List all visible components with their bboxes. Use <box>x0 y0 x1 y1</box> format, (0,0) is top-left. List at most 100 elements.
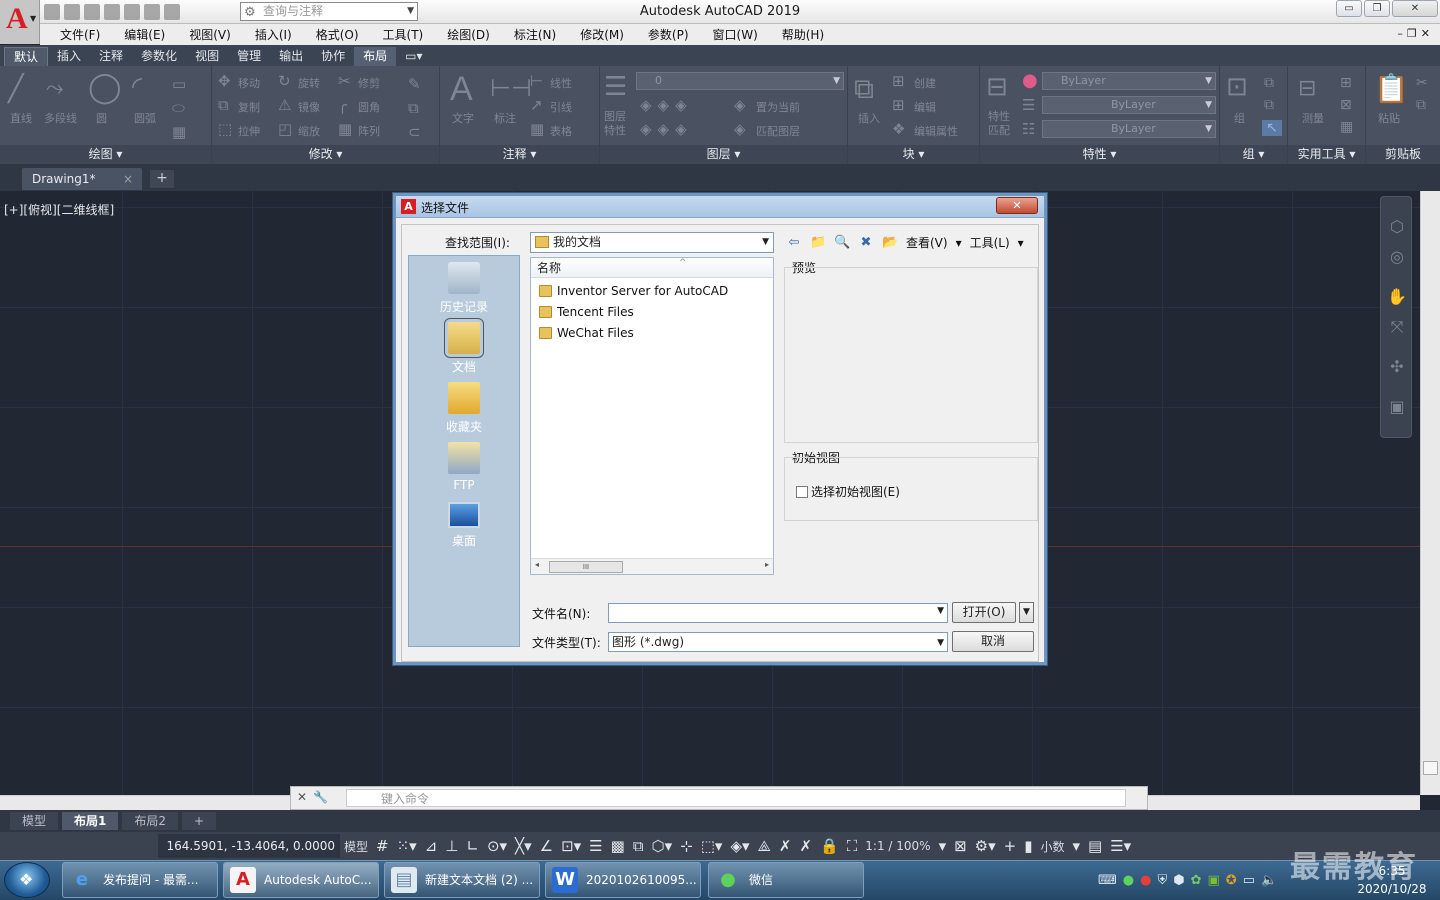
close-tab-icon[interactable]: × <box>123 168 133 190</box>
tool-insert[interactable]: 插入 <box>858 110 880 126</box>
ribbon-tab-output[interactable]: 输出 <box>270 47 312 66</box>
menu-help[interactable]: 帮助(H) <box>770 26 836 43</box>
tool-match-layer[interactable]: 匹配图层 <box>756 123 800 139</box>
viewport-controls[interactable]: [+][俯视][二维线框] <box>4 201 114 218</box>
group-select-icon[interactable]: ↖ <box>1262 120 1282 136</box>
place-ftp[interactable]: FTP <box>409 442 519 492</box>
object-snap-icon[interactable]: ⊡▾ <box>561 837 581 855</box>
ortho-icon[interactable]: ∟ <box>466 837 479 855</box>
menu-modify[interactable]: 修改(M) <box>568 26 636 43</box>
menu-file[interactable]: 文件(F) <box>48 26 112 43</box>
scale-readout[interactable]: 1:1 / 100% <box>865 839 930 853</box>
shield-icon[interactable]: ⛨ <box>1157 873 1167 888</box>
menu-edit[interactable]: 编辑(E) <box>112 26 177 43</box>
network-icon[interactable]: ▭ <box>1243 873 1255 888</box>
tool-mirror[interactable]: 镜像 <box>298 99 320 115</box>
coordinates-readout[interactable]: 164.5901, -13.4064, 0.0000 <box>158 834 340 858</box>
keyboard-icon[interactable]: ⌨ <box>1098 873 1117 888</box>
tool-group[interactable]: 组 <box>1234 110 1245 126</box>
dialog-title-bar[interactable]: A 选择文件 ✕ <box>396 196 1044 218</box>
taskbar-item-wechat[interactable]: ● 微信 <box>708 862 864 898</box>
pan-icon[interactable]: ✋ <box>1387 287 1407 307</box>
rectangle-icon[interactable]: ▭ ⬭ ▦ <box>172 72 186 144</box>
start-button[interactable]: ❖ <box>4 862 50 898</box>
dynamic-input-icon[interactable]: ⊥ <box>445 837 458 855</box>
annotation-visibility-icon[interactable]: ⟁ <box>758 837 771 855</box>
file-tab-drawing1[interactable]: Drawing1* × <box>22 168 142 190</box>
showmotion-icon[interactable]: ▣ <box>1387 397 1407 417</box>
file-list-hscrollbar[interactable]: ◂ III ▸ <box>531 558 773 574</box>
filetype-dropdown[interactable]: 图形 (*.dwg) ▼ <box>608 632 948 652</box>
menu-view[interactable]: 视图(V) <box>177 26 243 43</box>
back-icon[interactable]: ⇦ <box>786 235 802 251</box>
tool-linear[interactable]: 线性 <box>550 75 572 91</box>
viewport-scale-icon[interactable]: ⛶ <box>847 837 858 855</box>
taskbar-item-autocad[interactable]: A Autodesk AutoC... <box>223 862 379 898</box>
close-button[interactable]: ✕ <box>1392 0 1438 17</box>
annotation-scale-icon[interactable]: ✗ <box>799 837 812 855</box>
gizmo-icon[interactable]: ◈▾ <box>730 837 749 855</box>
orbit-icon[interactable]: ✣ <box>1387 357 1407 377</box>
object-snap-tracking-icon[interactable]: ∠ <box>540 837 553 855</box>
place-favorites[interactable]: 收藏夹 <box>409 382 519 435</box>
menu-parametric[interactable]: 参数(P) <box>636 26 701 43</box>
tool-table[interactable]: 表格 <box>550 123 572 139</box>
app-tray-icon[interactable]: ✪ <box>1226 873 1237 888</box>
place-documents[interactable]: 文档 <box>409 318 519 375</box>
vertical-scrollbar[interactable] <box>1420 191 1440 795</box>
units-dropdown-icon[interactable]: ▾ <box>1073 837 1081 855</box>
leaf-icon[interactable]: ✿ <box>1191 873 1202 888</box>
ribbon-tab-annotate[interactable]: 注释 <box>90 47 132 66</box>
ribbon-tab-insert[interactable]: 插入 <box>48 47 90 66</box>
volume-icon[interactable]: 🔈 <box>1261 873 1277 888</box>
color-dropdown[interactable]: ByLayer ▼ <box>1042 72 1216 90</box>
panel-clipboard-title[interactable]: 剪贴板 <box>1366 145 1440 164</box>
nvidia-icon[interactable]: ▣ <box>1207 873 1219 888</box>
filename-input[interactable]: ▼ <box>608 603 948 623</box>
look-in-dropdown[interactable]: 我的文档 ▼ <box>530 232 774 253</box>
tool-move[interactable]: 移动 <box>238 75 260 91</box>
tool-polyline[interactable]: 多段线 <box>44 110 77 126</box>
plus-icon[interactable]: + <box>1004 837 1017 855</box>
tool-stretch[interactable]: 拉伸 <box>238 123 260 139</box>
document-window-controls[interactable]: –❐✕ <box>1397 27 1434 40</box>
tool-paste[interactable]: 粘贴 <box>1378 110 1400 126</box>
units-readout[interactable]: 小数 <box>1041 838 1065 855</box>
list-item[interactable]: Tencent Files <box>537 302 634 322</box>
new-folder-icon[interactable]: 📂 <box>882 235 898 251</box>
place-history[interactable]: 历史记录 <box>409 262 519 315</box>
taskbar-item-word[interactable]: W 2020102610095... <box>545 862 701 898</box>
cancel-button[interactable]: 取消 <box>952 631 1034 652</box>
tool-text[interactable]: 文字 <box>452 110 474 126</box>
selection-filter-icon[interactable]: ⬚▾ <box>701 837 723 855</box>
panel-modify-title[interactable]: 修改 ▾ <box>212 145 439 164</box>
auto-scale-icon[interactable]: ✗ <box>779 837 792 855</box>
ribbon-tab-manage[interactable]: 管理 <box>228 47 270 66</box>
restore-button[interactable]: ❐ <box>1364 0 1390 17</box>
menu-dimension[interactable]: 标注(N) <box>502 26 568 43</box>
menu-insert[interactable]: 插入(I) <box>243 26 304 43</box>
menu-tools[interactable]: 工具(T) <box>371 26 436 43</box>
grid-icon[interactable]: # <box>376 837 389 855</box>
select-initial-view-checkbox[interactable]: 选择初始视图(E) <box>796 483 900 500</box>
tool-fillet[interactable]: 圆角 <box>358 99 380 115</box>
tool-array[interactable]: 阵列 <box>358 123 380 139</box>
panel-layers-title[interactable]: 图层 ▾ <box>600 145 847 164</box>
3d-osnap-icon[interactable]: ⬡▾ <box>652 837 673 855</box>
view-menu[interactable]: 查看(V) <box>906 234 948 251</box>
transparency-icon[interactable]: ▩ <box>611 837 625 855</box>
tool-match-properties[interactable]: 特性匹配 <box>988 110 1018 138</box>
lineweight-icon[interactable]: ☰ <box>589 837 602 855</box>
panel-draw-title[interactable]: 绘图 ▾ <box>0 145 211 164</box>
infer-constraints-icon[interactable]: ⊿ <box>425 837 438 855</box>
tool-create[interactable]: 创建 <box>914 75 936 91</box>
layout-tab-model[interactable]: 模型 <box>10 812 59 830</box>
new-layout-button[interactable]: + <box>182 812 217 830</box>
list-item[interactable]: Inventor Server for AutoCAD <box>537 281 728 301</box>
scroll-left-icon[interactable]: ◂ <box>535 560 539 569</box>
open-options-button[interactable]: ▼ <box>1019 602 1034 623</box>
zoom-icon[interactable]: ⤧ <box>1387 317 1407 337</box>
command-line-controls-icon[interactable]: ✕🔧 <box>297 790 334 804</box>
isodraft-icon[interactable]: ╳▾ <box>515 837 532 855</box>
tool-arc[interactable]: 圆弧 <box>134 110 156 126</box>
